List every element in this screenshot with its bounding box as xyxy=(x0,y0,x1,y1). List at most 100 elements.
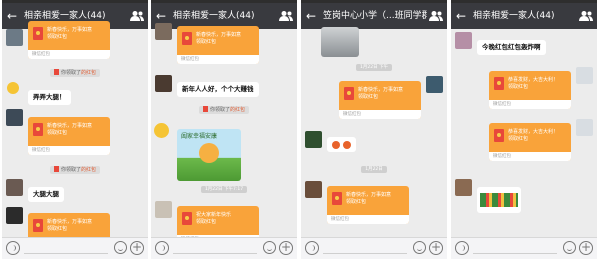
chat-title: 相亲相爱一家人(44) xyxy=(173,11,255,21)
red-packet-message[interactable]: 新春快乐，万事如意领取红包 微信红包 xyxy=(177,26,259,64)
back-arrow-icon[interactable]: ← xyxy=(156,9,168,23)
text-message[interactable]: 新年人人好，个个大赚钱 xyxy=(177,82,259,97)
avatar[interactable] xyxy=(455,179,472,196)
emoji-message[interactable] xyxy=(327,137,356,152)
red-envelope-icon xyxy=(494,129,504,142)
red-packet-message[interactable]: 恭喜发财，大吉大利！ 领取红包 微信红包 xyxy=(489,123,571,161)
red-packet-text: 新春快乐，万事如意 xyxy=(47,123,93,129)
group-members-icon[interactable] xyxy=(279,10,293,22)
red-packet-footer: 微信红包 xyxy=(493,154,511,159)
red-packet-sub: 领取红包 xyxy=(358,94,379,100)
red-envelope-icon xyxy=(182,212,192,225)
red-packet-sub: 领取红包 xyxy=(47,130,68,136)
emoji-icon xyxy=(342,140,351,149)
chat-screen-3: ← 笠岗中心小学（...班同学群(41) 1月22日 下午 新春快乐，万事如意领… xyxy=(301,0,447,259)
emoji-icon xyxy=(332,140,340,149)
group-members-icon[interactable] xyxy=(429,10,443,22)
chat-title: 笠岗中心小学（...班同学群(41) xyxy=(323,11,427,21)
red-packet-footer: 微信红包 xyxy=(32,52,50,57)
red-packet-text: 新春快乐，万事如意 xyxy=(358,87,404,93)
group-members-icon[interactable] xyxy=(579,10,593,22)
red-envelope-icon xyxy=(33,219,43,232)
text-message[interactable]: 弄弄大腿！ xyxy=(28,90,71,105)
voice-icon[interactable] xyxy=(305,241,319,255)
avatar[interactable] xyxy=(305,131,322,148)
avatar[interactable] xyxy=(576,67,593,84)
avatar[interactable] xyxy=(6,29,23,46)
message-input[interactable] xyxy=(173,253,257,254)
voice-icon[interactable] xyxy=(455,241,469,255)
red-packet-footer: 微信红包 xyxy=(181,57,199,62)
sticker-caption: 阖家幸福安康 xyxy=(181,133,218,140)
timestamp: 1月22日 下午7:17 xyxy=(151,186,297,193)
red-packet-text: 新春快乐，万事如意 xyxy=(47,27,93,33)
sticker-image[interactable] xyxy=(477,187,521,213)
red-packet-footer: 微信红包 xyxy=(493,102,511,107)
red-packet-text: 新春快乐，万事如意 xyxy=(346,192,392,198)
red-packet-footer: 微信红包 xyxy=(343,112,361,117)
red-packet-message[interactable]: 新春快乐，万事如意领取红包 微信红包 xyxy=(339,81,421,119)
red-packet-sub: 领取红包 xyxy=(196,219,217,225)
plus-icon[interactable]: + xyxy=(279,241,293,255)
plus-icon[interactable]: + xyxy=(429,241,443,255)
text-message[interactable]: 今晚红包红包轰炸啊 xyxy=(477,40,546,55)
avatar[interactable] xyxy=(426,76,443,93)
smiley-icon[interactable] xyxy=(563,241,576,254)
chat-screen-4: ← 相亲相爱一家人(44) 今晚红包红包轰炸啊 恭喜发财，大吉大利！ 领取红包 微… xyxy=(451,0,597,259)
avatar[interactable] xyxy=(6,179,23,196)
title-bar: ← 相亲相爱一家人(44) xyxy=(451,3,597,29)
red-envelope-icon xyxy=(53,166,59,172)
red-envelope-icon xyxy=(494,77,504,90)
plus-icon[interactable]: + xyxy=(130,241,144,255)
red-packet-text: 新春快乐，万事如意 xyxy=(47,219,93,225)
voice-icon[interactable] xyxy=(155,241,169,255)
input-bar: + xyxy=(2,237,148,259)
voice-icon[interactable] xyxy=(6,241,20,255)
chat-screen-2: ← 相亲相爱一家人(44) 新春快乐，万事如意 领取红包 微信红包 新年人人好，个… xyxy=(151,0,297,259)
red-packet-message[interactable]: 恭喜发财，大吉大利！ 领取红包 微信红包 xyxy=(489,71,571,109)
back-arrow-icon[interactable]: ← xyxy=(306,9,318,23)
red-envelope-icon xyxy=(182,32,192,45)
avatar[interactable] xyxy=(455,32,472,49)
title-bar: ← 笠岗中心小学（...班同学群(41) xyxy=(301,3,447,29)
timestamp: 1月22日 下午 xyxy=(301,64,447,71)
avatar[interactable] xyxy=(305,181,322,198)
avatar[interactable] xyxy=(154,123,169,138)
avatar[interactable] xyxy=(155,75,172,92)
smiley-icon[interactable] xyxy=(413,241,426,254)
red-envelope-icon xyxy=(53,69,59,75)
group-members-icon[interactable] xyxy=(130,10,144,22)
sticker-image[interactable]: 阖家幸福安康 xyxy=(177,129,241,181)
avatar[interactable] xyxy=(155,201,172,218)
system-notice: 你领取了的红包 xyxy=(8,165,142,174)
red-packet-message[interactable]: 新春快乐，万事如意领取红包 微信红包 xyxy=(327,186,409,224)
message-input[interactable] xyxy=(473,253,557,254)
text-message[interactable]: 大腿大腿 xyxy=(28,187,64,202)
avatar[interactable] xyxy=(155,23,172,40)
chat-title: 相亲相爱一家人(44) xyxy=(473,11,555,21)
message-list[interactable]: 新春快乐，万事如意 领取红包 微信红包 你领取了的红包 弄弄大腿！ 新春快乐，万事… xyxy=(2,21,148,251)
smiley-icon[interactable] xyxy=(263,241,276,254)
back-arrow-icon[interactable]: ← xyxy=(456,9,468,23)
red-packet-message[interactable]: 新春快乐，万事如意领取红包 微信红包 xyxy=(28,117,110,155)
message-list[interactable]: 今晚红包红包轰炸啊 恭喜发财，大吉大利！ 领取红包 微信红包 恭喜发财，大吉大利！… xyxy=(451,29,597,238)
red-packet-sub: 领取红包 xyxy=(47,226,68,232)
plus-icon[interactable]: + xyxy=(579,241,593,255)
message-input[interactable] xyxy=(323,253,407,254)
smiley-icon[interactable] xyxy=(114,241,127,254)
avatar[interactable] xyxy=(576,119,593,136)
avatar[interactable] xyxy=(7,82,19,94)
avatar[interactable] xyxy=(6,207,23,224)
red-packet-text: 新春快乐，万事如意 xyxy=(196,32,242,38)
image-message[interactable] xyxy=(321,27,359,57)
avatar[interactable] xyxy=(6,109,23,126)
input-bar: + xyxy=(451,237,597,259)
message-list[interactable]: 1月22日 下午 新春快乐，万事如意 领取红包 微信红包 1月22日 新春快乐，万… xyxy=(301,27,447,238)
red-envelope-icon xyxy=(33,123,43,136)
system-notice: 你领取了的红包 xyxy=(157,105,291,114)
back-arrow-icon[interactable]: ← xyxy=(7,9,19,23)
red-packet-message[interactable]: 新春快乐，万事如意领取红包 微信红包 xyxy=(28,21,110,59)
message-input[interactable] xyxy=(24,253,108,254)
message-list[interactable]: 新春快乐，万事如意 领取红包 微信红包 新年人人好，个个大赚钱 你领取了的红包 阖… xyxy=(151,23,297,244)
red-packet-sub: 领取红包 xyxy=(196,39,217,45)
